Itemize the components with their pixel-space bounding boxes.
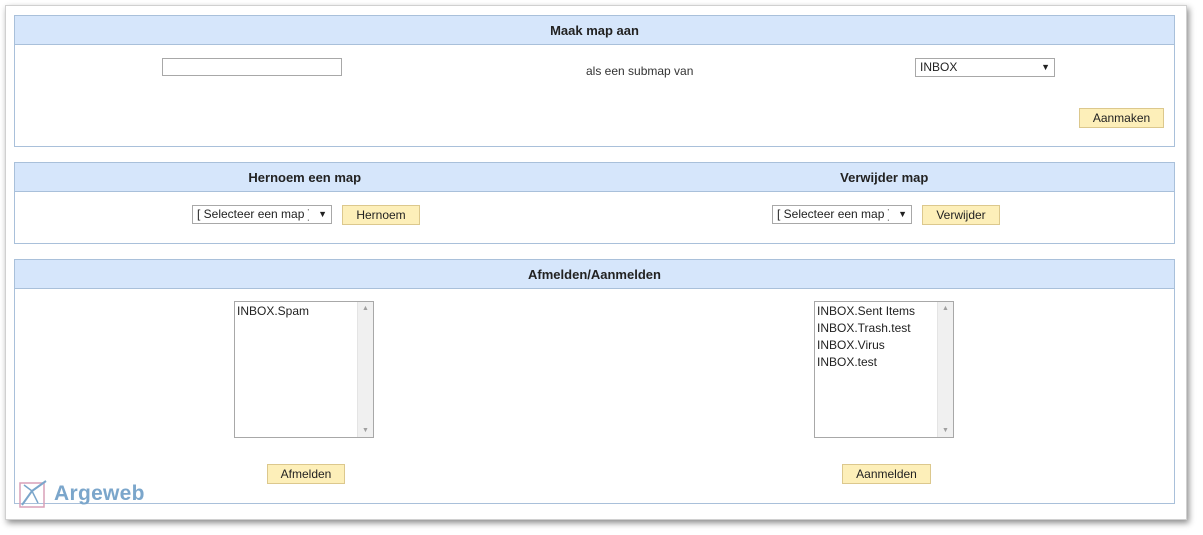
subscribe-title: Afmelden/Aanmelden — [15, 260, 1174, 289]
argeweb-logo-icon — [19, 480, 47, 508]
list-item[interactable]: INBOX.test — [817, 354, 936, 371]
list-item[interactable]: INBOX.Trash.test — [817, 320, 936, 337]
dropdown-arrow-icon: ▼ — [1041, 62, 1050, 72]
create-button[interactable]: Aanmaken — [1079, 108, 1164, 128]
unsubscribe-button[interactable]: Afmelden — [267, 464, 345, 484]
dropdown-arrow-icon: ▼ — [318, 209, 327, 219]
delete-folder-select[interactable]: [ Selecteer een map ] ▼ — [772, 205, 912, 224]
parent-folder-value: INBOX — [920, 60, 958, 74]
subscribe-button[interactable]: Aanmelden — [842, 464, 931, 484]
create-folder-title: Maak map aan — [15, 16, 1174, 45]
rename-folder-select[interactable]: [ Selecteer een map ] ▼ — [192, 205, 332, 224]
list-item[interactable]: INBOX.Sent Items — [817, 303, 936, 320]
rename-delete-panel: Hernoem een map Verwijder map [ Selectee… — [14, 162, 1175, 244]
parent-folder-select[interactable]: INBOX ▼ — [915, 58, 1055, 77]
delete-folder-title: Verwijder map — [840, 169, 929, 185]
scroll-up-icon[interactable]: ▲ — [942, 305, 949, 312]
subfolder-label: als een submap van — [586, 64, 694, 78]
rename-folder-title: Hernoem een map — [248, 169, 362, 185]
delete-select-value: [ Selecteer een map ] — [777, 207, 889, 221]
rename-delete-header: Hernoem een map Verwijder map — [15, 163, 1174, 192]
dropdown-arrow-icon: ▼ — [898, 209, 907, 219]
scrollbar[interactable]: ▲ ▼ — [357, 302, 373, 437]
scroll-up-icon[interactable]: ▲ — [362, 305, 369, 312]
unsubscribed-folders-list[interactable]: INBOX.Sent Items INBOX.Trash.test INBOX.… — [814, 301, 954, 438]
list-item[interactable]: INBOX.Spam — [237, 303, 356, 320]
scrollbar[interactable]: ▲ ▼ — [937, 302, 953, 437]
folder-name-input[interactable] — [162, 58, 342, 76]
list-item[interactable]: INBOX.Virus — [817, 337, 936, 354]
rename-button[interactable]: Hernoem — [342, 205, 420, 225]
scroll-down-icon[interactable]: ▼ — [362, 427, 369, 434]
subscribed-folders-list[interactable]: INBOX.Spam ▲ ▼ — [234, 301, 374, 438]
delete-button[interactable]: Verwijder — [922, 205, 1000, 225]
subscribe-panel: Afmelden/Aanmelden INBOX.Spam ▲ ▼ INBOX.… — [14, 259, 1175, 504]
create-folder-panel: Maak map aan als een submap van INBOX ▼ … — [14, 15, 1175, 147]
rename-select-value: [ Selecteer een map ] — [197, 207, 309, 221]
scroll-down-icon[interactable]: ▼ — [942, 427, 949, 434]
argeweb-logo: Argeweb — [18, 479, 145, 509]
argeweb-logo-text: Argeweb — [54, 482, 145, 505]
